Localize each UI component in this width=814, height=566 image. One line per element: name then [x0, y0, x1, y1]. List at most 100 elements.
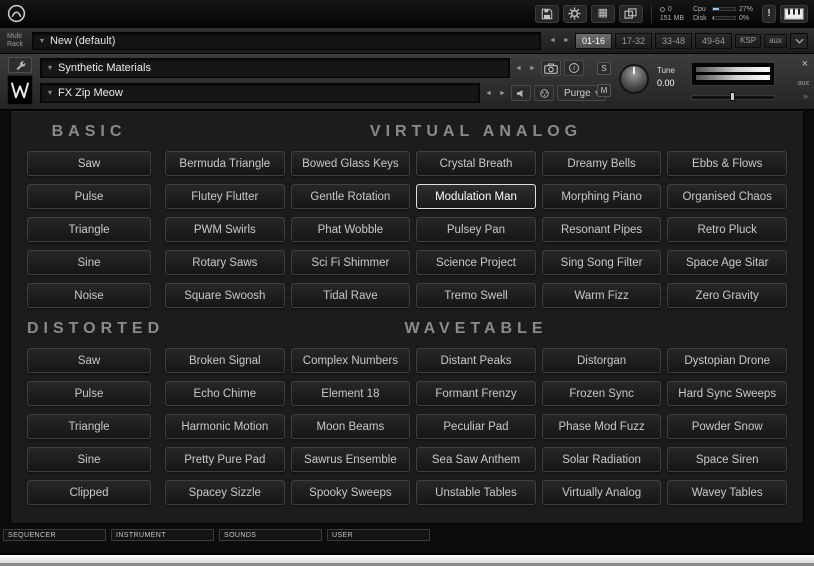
sound-button[interactable]: Harmonic Motion	[165, 414, 285, 439]
tune-knob[interactable]	[619, 64, 649, 94]
page-prev-icon[interactable]: ◄	[547, 34, 558, 48]
sound-button[interactable]: Space Siren	[667, 447, 787, 472]
patch-prev-icon[interactable]: ◄	[483, 86, 494, 100]
midi-icon[interactable]	[534, 85, 554, 101]
sound-button[interactable]: PWM Swirls	[165, 217, 285, 242]
sound-button[interactable]: Frozen Sync	[542, 381, 662, 406]
sound-button[interactable]: Triangle	[27, 414, 151, 439]
sound-button[interactable]: Flutey Flutter	[165, 184, 285, 209]
sound-button[interactable]: Science Project	[416, 250, 536, 275]
sound-button[interactable]: Pretty Pure Pad	[165, 447, 285, 472]
sound-button[interactable]: Retro Pluck	[667, 217, 787, 242]
sound-button[interactable]: Dreamy Bells	[542, 151, 662, 176]
sound-button[interactable]: Zero Gravity	[667, 283, 787, 308]
keyboard-strip[interactable]	[0, 553, 814, 563]
sound-button[interactable]: Pulse	[27, 184, 151, 209]
sound-button[interactable]: Echo Chime	[165, 381, 285, 406]
aux-expand-icon[interactable]: »	[803, 91, 808, 101]
keyboard-toggle-icon[interactable]	[780, 5, 808, 23]
sound-button[interactable]: Sine	[27, 250, 151, 275]
sound-button[interactable]: Saw	[27, 151, 151, 176]
aux-label[interactable]: aux	[798, 80, 809, 87]
sound-button[interactable]: Formant Frenzy	[416, 381, 536, 406]
rack-view-toggle-icon[interactable]	[790, 33, 808, 49]
sound-button[interactable]: Sawrus Ensemble	[291, 447, 411, 472]
sound-button[interactable]: Powder Snow	[667, 414, 787, 439]
warning-icon[interactable]: !	[762, 5, 776, 23]
aux-button[interactable]: aux	[764, 34, 787, 48]
tab-user[interactable]: USER	[327, 529, 430, 541]
tab-sounds[interactable]: SOUNDS	[219, 529, 322, 541]
sound-button[interactable]: Triangle	[27, 217, 151, 242]
sound-button[interactable]: Dystopian Drone	[667, 348, 787, 373]
sound-button[interactable]: Unstable Tables	[416, 480, 536, 505]
page-tab-01-16[interactable]: 01-16	[575, 33, 612, 49]
sound-button[interactable]: Clipped	[27, 480, 151, 505]
sound-button[interactable]: Peculiar Pad	[416, 414, 536, 439]
sound-button[interactable]: Distant Peaks	[416, 348, 536, 373]
sound-button[interactable]: Warm Fizz	[542, 283, 662, 308]
bank-next-icon[interactable]: ►	[527, 61, 538, 75]
info-icon[interactable]: i	[564, 60, 584, 76]
multi-preset-selector[interactable]: ▾ New (default)	[32, 32, 541, 50]
patch-selector[interactable]: ▾ FX Zip Meow	[40, 83, 480, 103]
sound-button[interactable]: Moon Beams	[291, 414, 411, 439]
bank-prev-icon[interactable]: ◄	[513, 61, 524, 75]
patch-next-icon[interactable]: ►	[497, 86, 508, 100]
sound-button[interactable]: Complex Numbers	[291, 348, 411, 373]
tab-sequencer[interactable]: SEQUENCER	[3, 529, 106, 541]
sound-button[interactable]: Virtually Analog	[542, 480, 662, 505]
sound-button[interactable]: Ebbs & Flows	[667, 151, 787, 176]
ksp-button[interactable]: KSP	[735, 34, 761, 48]
solo-button[interactable]: S	[597, 62, 611, 75]
sound-button[interactable]: Crystal Breath	[416, 151, 536, 176]
sound-button[interactable]: Sing Song Filter	[542, 250, 662, 275]
sound-button[interactable]: Space Age Sitar	[667, 250, 787, 275]
page-tab-33-48[interactable]: 33-48	[655, 33, 692, 49]
page-tab-49-64[interactable]: 49-64	[695, 33, 732, 49]
sound-button[interactable]: Bowed Glass Keys	[291, 151, 411, 176]
wrench-icon[interactable]	[8, 57, 32, 73]
sound-button[interactable]: Gentle Rotation	[291, 184, 411, 209]
kontakt-logo-icon[interactable]	[6, 4, 26, 24]
sound-button[interactable]: Spacey Sizzle	[165, 480, 285, 505]
pan-thumb[interactable]	[730, 92, 735, 101]
sound-button[interactable]: Sea Saw Anthem	[416, 447, 536, 472]
sound-button[interactable]: Phat Wobble	[291, 217, 411, 242]
sound-button[interactable]: Sine	[27, 447, 151, 472]
snapshot-camera-icon[interactable]	[541, 60, 561, 76]
sound-button[interactable]: Spooky Sweeps	[291, 480, 411, 505]
mute-button[interactable]: M	[597, 84, 611, 97]
sound-button[interactable]: Tidal Rave	[291, 283, 411, 308]
sound-button[interactable]: Noise	[27, 283, 151, 308]
page-tab-17-32[interactable]: 17-32	[615, 33, 652, 49]
sound-button[interactable]: Saw	[27, 348, 151, 373]
sound-button[interactable]: Solar Radiation	[542, 447, 662, 472]
close-icon[interactable]: ×	[802, 58, 808, 70]
sound-button[interactable]: Tremo Swell	[416, 283, 536, 308]
sound-button[interactable]: Pulsey Pan	[416, 217, 536, 242]
page-next-icon[interactable]: ►	[561, 34, 572, 48]
tab-instrument[interactable]: INSTRUMENT	[111, 529, 214, 541]
sound-button[interactable]: Phase Mod Fuzz	[542, 414, 662, 439]
sound-button[interactable]: Morphing Piano	[542, 184, 662, 209]
pan-slider[interactable]	[691, 91, 775, 102]
sound-button[interactable]: Resonant Pipes	[542, 217, 662, 242]
sound-button[interactable]: Hard Sync Sweeps	[667, 381, 787, 406]
sound-button[interactable]: Broken Signal	[165, 348, 285, 373]
save-icon[interactable]	[535, 5, 559, 23]
sound-button[interactable]: Element 18	[291, 381, 411, 406]
mixer-grid-icon[interactable]: ▦	[591, 5, 615, 23]
sound-button[interactable]: Rotary Saws	[165, 250, 285, 275]
sound-button[interactable]: Sci Fi Shimmer	[291, 250, 411, 275]
sound-button[interactable]: Wavey Tables	[667, 480, 787, 505]
sound-button[interactable]: Organised Chaos	[667, 184, 787, 209]
output-icon[interactable]	[511, 85, 531, 101]
sound-button[interactable]: Modulation Man	[416, 184, 536, 209]
bank-selector[interactable]: ▾ Synthetic Materials	[40, 58, 510, 78]
sound-button[interactable]: Distorgan	[542, 348, 662, 373]
sound-button[interactable]: Bermuda Triangle	[165, 151, 285, 176]
sound-button[interactable]: Square Swoosh	[165, 283, 285, 308]
sound-button[interactable]: Pulse	[27, 381, 151, 406]
gear-icon[interactable]	[563, 5, 587, 23]
